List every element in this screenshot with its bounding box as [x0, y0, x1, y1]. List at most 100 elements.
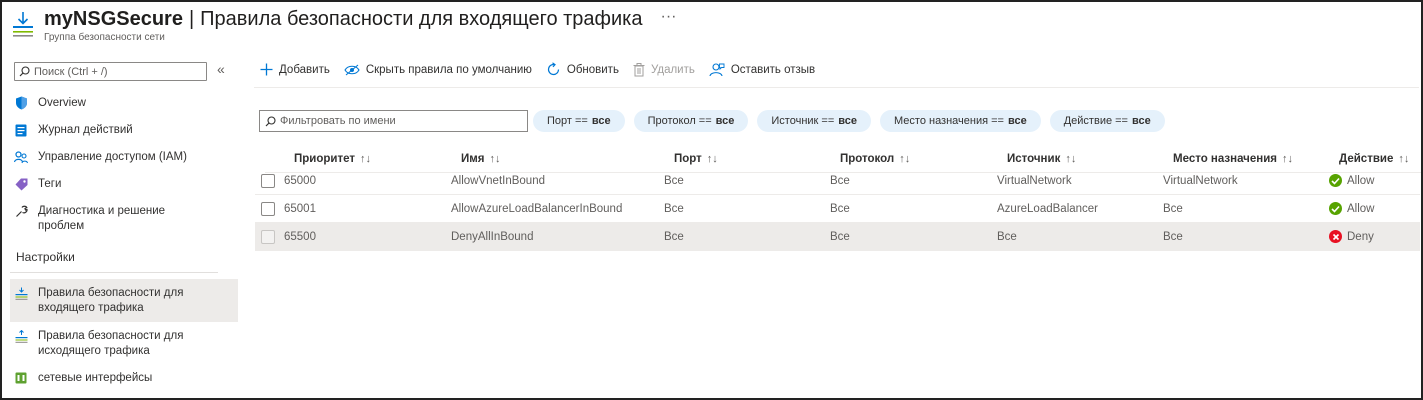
check-circle-icon	[1329, 202, 1342, 215]
sidebar-item-iam[interactable]: Управление доступом (IAM)	[10, 144, 238, 171]
eye-hide-icon	[344, 64, 360, 76]
row-checkbox[interactable]	[261, 174, 275, 188]
search-icon	[265, 115, 276, 126]
table-row[interactable]: 65500 DenyAllInBound Все Все Все Все Den…	[255, 223, 1420, 251]
feedback-button-label: Оставить отзыв	[730, 63, 816, 76]
sidebar-item-label: Теги	[38, 178, 62, 190]
table-row[interactable]: 65001 AllowAzureLoadBalancerInBound Все …	[255, 195, 1420, 223]
hide-default-rules-label: Скрыть правила по умолчанию	[365, 63, 532, 76]
filter-pill-value: все	[715, 115, 735, 127]
trash-icon	[633, 62, 645, 77]
sidebar-section-settings: Настройки	[10, 240, 218, 273]
row-checkbox[interactable]	[261, 202, 275, 216]
wrench-icon	[14, 204, 28, 218]
delete-button[interactable]: Удалить	[633, 62, 695, 77]
cell-source: VirtualNetwork	[997, 174, 1072, 187]
filter-pill-port[interactable]: Порт == все	[533, 110, 625, 132]
filter-pill-key: Место назначения ==	[894, 115, 1004, 127]
title-separator: |	[188, 8, 195, 30]
sidebar-item-activity-log[interactable]: Журнал действий	[10, 117, 238, 144]
sidebar-item-overview[interactable]: Overview	[10, 90, 238, 117]
sidebar-search-input[interactable]: Поиск (Ctrl + /)	[14, 62, 207, 81]
toolbar-divider	[254, 87, 1419, 88]
filter-pills: Порт == все Протокол == все Источник == все…	[533, 110, 1174, 132]
inbound-rules-icon	[14, 286, 28, 300]
column-header-label: Порт	[674, 153, 702, 165]
plus-icon	[260, 63, 273, 76]
column-header-label: Протокол	[840, 153, 895, 165]
refresh-button[interactable]: Обновить	[546, 62, 619, 77]
collapse-sidebar-button[interactable]: «	[217, 61, 225, 77]
refresh-button-label: Обновить	[566, 63, 619, 76]
people-icon	[14, 150, 28, 164]
cell-name: AllowAzureLoadBalancerInBound	[451, 202, 623, 215]
filter-pill-destination[interactable]: Место назначения == все	[880, 110, 1041, 132]
sidebar-item-diagnose[interactable]: Диагностика и решение проблем	[10, 198, 238, 240]
refresh-icon	[546, 62, 561, 77]
column-header-label: Источник	[1007, 153, 1061, 165]
cell-protocol: Все	[830, 202, 850, 215]
filter-pill-value: все	[591, 115, 611, 127]
table-row[interactable]: 65000 AllowVnetInBound Все Все VirtualNe…	[255, 167, 1420, 195]
sort-icon: ↑↓	[1398, 153, 1410, 165]
filter-by-name-input[interactable]: Фильтровать по имени	[259, 110, 528, 132]
sidebar-nav: Overview Журнал действий Управление дост…	[10, 90, 238, 392]
sidebar-item-label: Правила безопасности для входящего трафи…	[38, 287, 184, 314]
sidebar-item-label: Журнал действий	[38, 124, 133, 136]
command-bar: Добавить Скрыть правила по умолчанию Обн…	[260, 62, 829, 77]
sort-icon: ↑↓	[706, 153, 718, 165]
sidebar-item-tags[interactable]: Теги	[10, 171, 238, 198]
sidebar-search-placeholder: Поиск (Ctrl + /)	[34, 65, 108, 78]
more-options-button[interactable]: ···	[660, 8, 676, 26]
sort-icon: ↑↓	[899, 153, 911, 165]
sidebar-item-network-interfaces[interactable]: сетевые интерфейсы	[10, 365, 238, 392]
cell-priority: 65001	[284, 202, 316, 215]
feedback-button[interactable]: Оставить отзыв	[709, 62, 816, 77]
cell-action: Allow	[1329, 167, 1374, 194]
check-circle-icon	[1329, 174, 1342, 187]
sidebar-item-inbound-rules[interactable]: Правила безопасности для входящего трафи…	[10, 279, 238, 322]
row-checkbox[interactable]	[261, 230, 275, 244]
filter-pill-key: Протокол ==	[647, 115, 712, 127]
error-circle-icon	[1329, 230, 1342, 243]
column-header-label: Имя	[461, 153, 485, 165]
delete-button-label: Удалить	[650, 63, 695, 76]
sidebar-item-label: Правила безопасности для исходящего траф…	[38, 330, 184, 357]
cell-action: Deny	[1329, 223, 1374, 250]
cell-port: Все	[664, 202, 684, 215]
cell-protocol: Все	[830, 174, 850, 187]
cell-destination: Все	[1163, 230, 1183, 243]
sort-icon: ↑↓	[360, 153, 371, 165]
sidebar-item-label: Диагностика и решение проблем	[38, 205, 166, 232]
hide-default-rules-button[interactable]: Скрыть правила по умолчанию	[344, 64, 532, 76]
cell-destination: Все	[1163, 202, 1183, 215]
cell-priority: 65500	[284, 230, 316, 243]
page-header: myNSGSecure | Правила безопасности для в…	[12, 8, 676, 48]
add-button-label: Добавить	[279, 63, 330, 76]
resource-name: myNSGSecure	[44, 8, 183, 30]
column-header-label: Действие	[1339, 153, 1394, 165]
filter-pill-key: Порт ==	[547, 115, 588, 127]
app-frame: myNSGSecure | Правила безопасности для в…	[0, 0, 1423, 400]
cell-action: Allow	[1329, 195, 1374, 222]
activity-log-icon	[14, 123, 28, 137]
sidebar-item-outbound-rules[interactable]: Правила безопасности для исходящего траф…	[10, 322, 238, 365]
filter-pill-key: Источник ==	[771, 115, 835, 127]
inbound-rules-icon	[12, 10, 34, 40]
network-interface-icon	[14, 371, 28, 385]
sidebar-item-label: Overview	[38, 97, 86, 109]
feedback-icon	[709, 62, 725, 77]
sidebar-item-label: Управление доступом (IAM)	[38, 151, 187, 163]
search-icon	[19, 66, 30, 77]
cell-name: DenyAllInBound	[451, 230, 534, 243]
column-header-label: Приоритет	[294, 153, 355, 165]
tag-icon	[14, 177, 28, 191]
add-button[interactable]: Добавить	[260, 63, 330, 76]
cell-destination: VirtualNetwork	[1163, 174, 1238, 187]
cell-port: Все	[664, 230, 684, 243]
filter-pill-value: все	[1131, 115, 1151, 127]
filter-pill-protocol[interactable]: Протокол == все	[633, 110, 749, 132]
filter-pill-action[interactable]: Действие == все	[1049, 110, 1165, 132]
sort-icon: ↑↓	[1281, 153, 1293, 165]
filter-pill-source[interactable]: Источник == все	[757, 110, 871, 132]
